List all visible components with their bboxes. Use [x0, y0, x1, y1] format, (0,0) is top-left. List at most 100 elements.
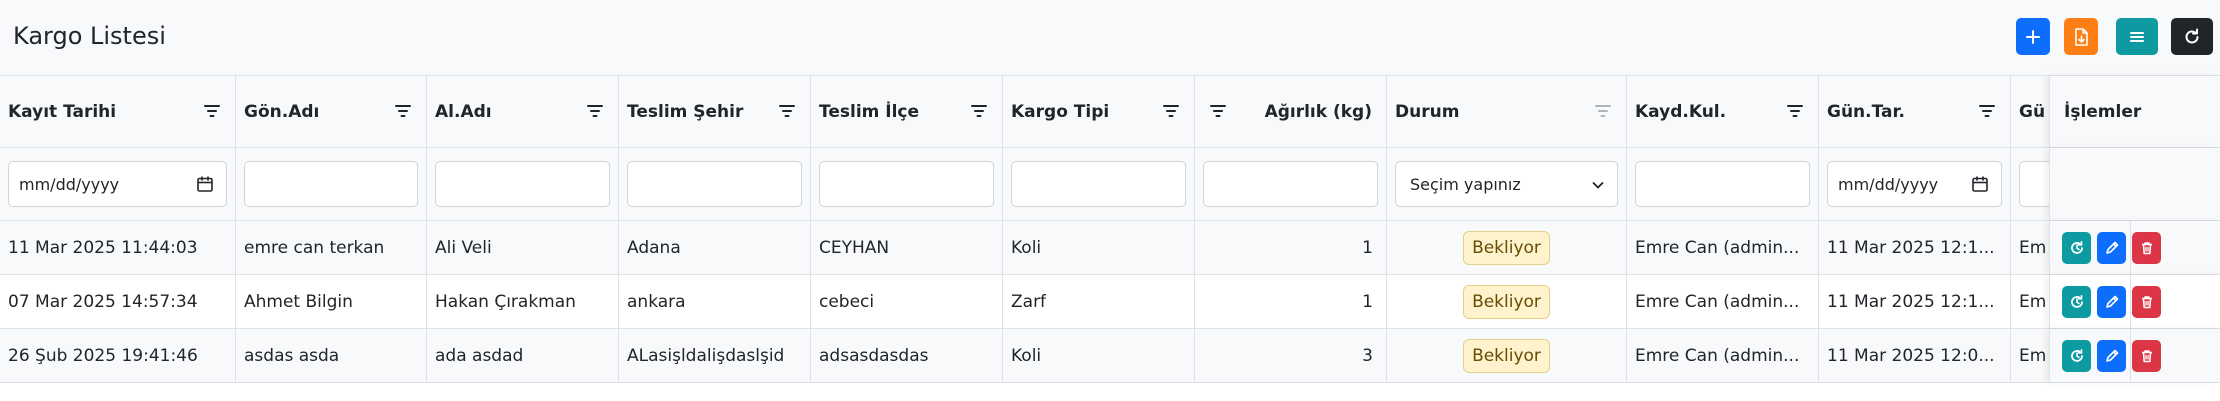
- filter-cell-teslim_sehir: [619, 148, 811, 220]
- column-header-label: Gü: [2019, 101, 2046, 122]
- actions-cell: İşlemler: [2049, 76, 2220, 147]
- text-filter-input[interactable]: [1203, 161, 1378, 207]
- cell-kayit_tarihi: 26 Şub 2025 19:41:46: [0, 329, 236, 382]
- change-status-button[interactable]: [2062, 285, 2091, 318]
- cell-text: Ahmet Bilgin: [244, 291, 353, 312]
- edit-button[interactable]: [2097, 231, 2126, 264]
- cell-text: Emre Can (admin...: [1635, 291, 1800, 312]
- column-header-gon_adi[interactable]: Gön.Adı: [236, 76, 427, 147]
- text-filter-input[interactable]: [819, 161, 994, 207]
- column-header-label: Ağırlık (kg): [1264, 101, 1372, 122]
- actions-cell: [2049, 275, 2220, 328]
- cell-text: Emre Can (admin...: [1635, 345, 1800, 366]
- column-header-kargo_tipi[interactable]: Kargo Tipi: [1003, 76, 1195, 147]
- text-filter-input[interactable]: [627, 161, 802, 207]
- cell-gun_tar: 11 Mar 2025 12:1...: [1819, 275, 2011, 328]
- cell-text: 11 Mar 2025 12:1...: [1827, 237, 1995, 258]
- column-header-al_adi[interactable]: Al.Adı: [427, 76, 619, 147]
- cell-teslim_ilce: cebeci: [811, 275, 1003, 328]
- plus-icon: [2026, 29, 2040, 44]
- status-change-icon: [2070, 294, 2083, 308]
- column-header-kayd_kul[interactable]: Kayd.Kul.: [1627, 76, 1819, 147]
- column-header-kayit_tarihi[interactable]: Kayıt Tarihi: [0, 76, 236, 147]
- filter-icon[interactable]: [778, 102, 796, 120]
- table-row[interactable]: 07 Mar 2025 14:57:34 Ahmet Bilgin Hakan Çı…: [0, 275, 2220, 329]
- column-header-teslim_sehir[interactable]: Teslim Şehir: [619, 76, 811, 147]
- cell-teslim_sehir: ankara: [619, 275, 811, 328]
- column-header-teslim_ilce[interactable]: Teslim İlçe: [811, 76, 1003, 147]
- cell-durum: Bekliyor: [1387, 275, 1627, 328]
- text-filter-input[interactable]: [1635, 161, 1810, 207]
- cell-text: Adana: [627, 237, 681, 258]
- filter-cell-kayit_tarihi: mm/dd/yyyy: [0, 148, 236, 220]
- cell-gon_adi: Ahmet Bilgin: [236, 275, 427, 328]
- filter-cell-gun_tar: mm/dd/yyyy: [1819, 148, 2011, 220]
- cell-text: Koli: [1011, 345, 1042, 366]
- cell-text: ada asdad: [435, 345, 524, 366]
- edit-button[interactable]: [2097, 339, 2126, 372]
- column-header-gun_tar[interactable]: Gün.Tar.: [1819, 76, 2011, 147]
- cell-text: 11 Mar 2025 12:1...: [1827, 291, 1995, 312]
- filter-icon[interactable]: [970, 102, 988, 120]
- filter-icon[interactable]: [1162, 102, 1180, 120]
- column-header-durum[interactable]: Durum: [1387, 76, 1627, 147]
- cell-text: 1: [1362, 237, 1373, 258]
- filter-icon[interactable]: [394, 102, 412, 120]
- pencil-icon: [2105, 295, 2118, 308]
- file-export-icon: [2075, 27, 2088, 46]
- export-button[interactable]: [2064, 18, 2098, 55]
- columns-menu-button[interactable]: [2116, 18, 2158, 55]
- edit-button[interactable]: [2097, 285, 2126, 318]
- cell-text: 07 Mar 2025 14:57:34: [8, 291, 198, 312]
- date-filter-input[interactable]: mm/dd/yyyy: [1827, 161, 2002, 207]
- cell-text: cebeci: [819, 291, 875, 312]
- cell-text: 26 Şub 2025 19:41:46: [8, 345, 198, 366]
- trash-icon: [2141, 349, 2152, 362]
- text-filter-input[interactable]: [244, 161, 418, 207]
- page-title: Kargo Listesi: [13, 22, 166, 50]
- cell-agirlik: 1: [1195, 275, 1387, 328]
- change-status-button[interactable]: [2062, 339, 2091, 372]
- cell-kayit_tarihi: 07 Mar 2025 14:57:34: [0, 275, 236, 328]
- delete-button[interactable]: [2132, 285, 2161, 318]
- cell-durum: Bekliyor: [1387, 221, 1627, 274]
- cell-text: Hakan Çırakman: [435, 291, 576, 312]
- filter-icon[interactable]: [203, 102, 221, 120]
- calendar-icon[interactable]: [196, 175, 214, 193]
- filter-icon[interactable]: [1786, 102, 1804, 120]
- delete-button[interactable]: [2132, 231, 2161, 264]
- cell-gun_tar: 11 Mar 2025 12:1...: [1819, 221, 2011, 274]
- filter-icon[interactable]: [1209, 102, 1227, 120]
- filter-cell-al_adi: [427, 148, 619, 220]
- cell-teslim_ilce: CEYHAN: [811, 221, 1003, 274]
- pencil-icon: [2105, 241, 2118, 254]
- delete-button[interactable]: [2132, 339, 2161, 372]
- cell-text: asdas asda: [244, 345, 340, 366]
- cell-text: 11 Mar 2025 12:0...: [1827, 345, 1995, 366]
- actions-header-label: İşlemler: [2064, 101, 2142, 122]
- cell-al_adi: ada asdad: [427, 329, 619, 382]
- change-status-button[interactable]: [2062, 231, 2091, 264]
- refresh-button[interactable]: [2171, 18, 2213, 55]
- filter-icon[interactable]: [1978, 102, 1996, 120]
- filter-icon[interactable]: [1594, 102, 1612, 120]
- text-filter-input[interactable]: [435, 161, 610, 207]
- text-filter-input[interactable]: [1011, 161, 1186, 207]
- cell-teslim_sehir: ALasişldalişdaslşid: [619, 329, 811, 382]
- cell-text: Emre Can (admin...: [1635, 237, 1800, 258]
- calendar-icon[interactable]: [1971, 175, 1989, 193]
- table-row[interactable]: 26 Şub 2025 19:41:46 asdas asda ada asdad A…: [0, 329, 2220, 383]
- cell-kayd_kul: Emre Can (admin...: [1627, 329, 1819, 382]
- filter-icon[interactable]: [586, 102, 604, 120]
- date-filter-input[interactable]: mm/dd/yyyy: [8, 161, 227, 207]
- cell-kayd_kul: Emre Can (admin...: [1627, 221, 1819, 274]
- column-header-label: Kayd.Kul.: [1635, 101, 1727, 122]
- actions-cell: [2049, 148, 2220, 220]
- cell-text: Koli: [1011, 237, 1042, 258]
- table-row[interactable]: 11 Mar 2025 11:44:03 emre can terkan Ali V…: [0, 221, 2220, 275]
- status-filter-select[interactable]: Seçim yapınız: [1395, 161, 1618, 207]
- cell-text: Em: [2019, 291, 2047, 312]
- column-header-agirlik[interactable]: Ağırlık (kg): [1195, 76, 1387, 147]
- add-button[interactable]: [2016, 18, 2050, 55]
- select-value: Seçim yapınız: [1410, 174, 1521, 194]
